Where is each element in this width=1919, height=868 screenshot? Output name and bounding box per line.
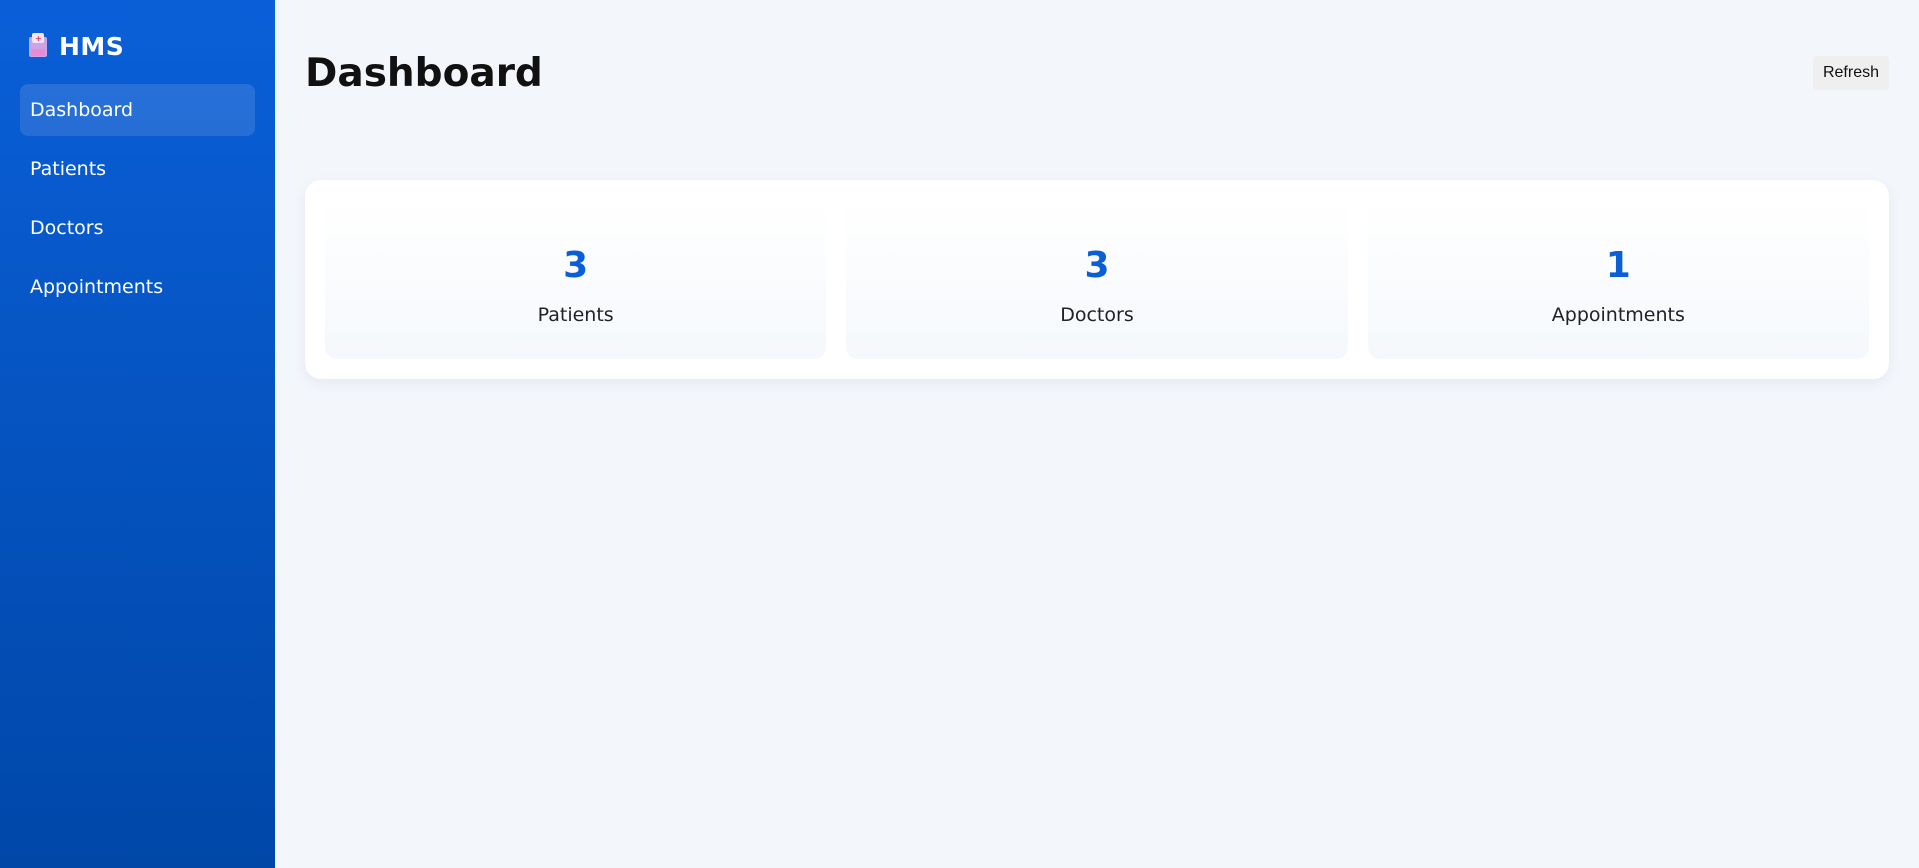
- main-content: Dashboard Refresh 3 Patients 3 Doctors 1…: [275, 0, 1919, 868]
- stat-label: Doctors: [1060, 304, 1134, 326]
- app-root: + HMS Dashboard Patients Doctors Appoint…: [0, 0, 1919, 868]
- refresh-button[interactable]: Refresh: [1812, 56, 1889, 90]
- sidebar: + HMS Dashboard Patients Doctors Appoint…: [0, 0, 275, 868]
- stat-label: Appointments: [1551, 304, 1685, 326]
- stat-value: 3: [563, 245, 589, 286]
- sidebar-item-patients[interactable]: Patients: [20, 143, 255, 195]
- sidebar-item-dashboard[interactable]: Dashboard: [20, 84, 255, 136]
- stat-card-doctors: 3 Doctors: [846, 200, 1348, 359]
- stat-card-patients: 3 Patients: [325, 200, 827, 359]
- brand-title: HMS: [59, 31, 125, 61]
- stat-value: 3: [1084, 245, 1110, 286]
- page-header: Dashboard Refresh: [305, 0, 1889, 180]
- sidebar-item-appointments[interactable]: Appointments: [20, 261, 255, 313]
- stat-label: Patients: [537, 304, 614, 326]
- sidebar-item-doctors[interactable]: Doctors: [20, 202, 255, 254]
- page-title: Dashboard: [305, 51, 543, 96]
- hospital-icon: +: [27, 33, 49, 59]
- brand: + HMS: [27, 26, 255, 66]
- stat-card-appointments: 1 Appointments: [1367, 200, 1869, 359]
- sidebar-nav: Dashboard Patients Doctors Appointments: [20, 84, 255, 313]
- stats-panel: 3 Patients 3 Doctors 1 Appointments: [305, 180, 1889, 379]
- stat-value: 1: [1605, 245, 1631, 286]
